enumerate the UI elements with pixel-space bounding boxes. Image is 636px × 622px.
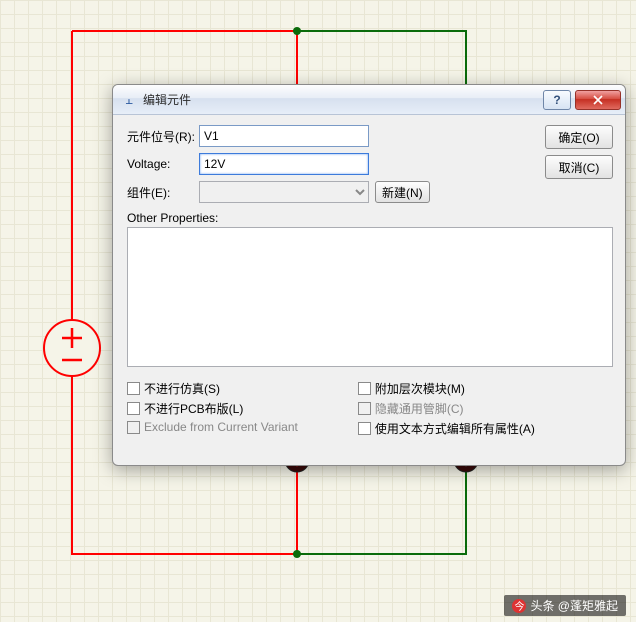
ref-input[interactable] (199, 125, 369, 147)
checks-left-column: 不进行仿真(S) 不进行PCB布版(L) Exclude from Curren… (127, 380, 298, 437)
other-properties-textarea[interactable] (127, 227, 613, 367)
exclude-variant-checkbox (127, 421, 140, 434)
hide-pins-label: 隐藏通用管脚(C) (375, 400, 464, 417)
edit-component-dialog: ⫠ 编辑元件 ? 元件位号(R): 隐藏: Voltage: 隐藏: 组件(E)… (112, 84, 626, 466)
no-pcb-label: 不进行PCB布版(L) (144, 400, 243, 417)
new-button[interactable]: 新建(N) (375, 181, 430, 203)
no-sim-checkbox[interactable] (127, 382, 140, 395)
exclude-variant-label: Exclude from Current Variant (144, 420, 298, 434)
attach-hier-label: 附加层次模块(M) (375, 380, 465, 397)
no-pcb-checkbox[interactable] (127, 402, 140, 415)
component-icon: ⫠ (121, 92, 137, 108)
cancel-button[interactable]: 取消(C) (545, 155, 613, 179)
edit-text-checkbox[interactable] (358, 422, 371, 435)
watermark-icon: 今 (512, 599, 526, 613)
edit-text-label: 使用文本方式编辑所有属性(A) (375, 420, 535, 437)
no-sim-label: 不进行仿真(S) (144, 380, 220, 397)
voltage-input[interactable] (199, 153, 369, 175)
attach-hier-checkbox[interactable] (358, 382, 371, 395)
checks-right-column: 附加层次模块(M) 隐藏通用管脚(C) 使用文本方式编辑所有属性(A) (358, 380, 535, 437)
close-button[interactable] (575, 90, 621, 110)
voltage-label: Voltage: (127, 157, 199, 171)
ref-label: 元件位号(R): (127, 128, 199, 145)
ok-button[interactable]: 确定(O) (545, 125, 613, 149)
dialog-titlebar[interactable]: ⫠ 编辑元件 ? (113, 85, 625, 115)
component-label: 组件(E): (127, 184, 199, 201)
watermark-text: 头条 @蓬矩雅起 (530, 597, 618, 614)
help-button[interactable]: ? (543, 90, 571, 110)
component-combo[interactable] (199, 181, 369, 203)
dialog-title: 编辑元件 (143, 91, 539, 108)
other-properties-label: Other Properties: (127, 211, 613, 225)
watermark: 今 头条 @蓬矩雅起 (504, 595, 626, 616)
hide-pins-checkbox (358, 402, 371, 415)
